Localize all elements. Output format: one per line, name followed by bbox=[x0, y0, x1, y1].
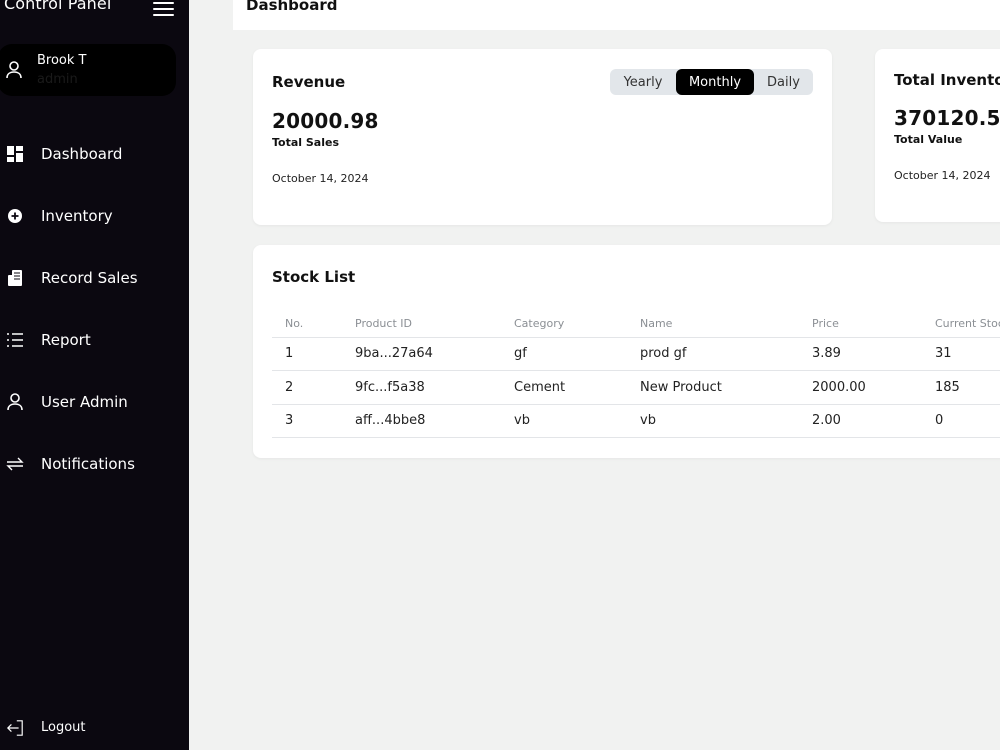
cell-price: 3.89 bbox=[799, 337, 922, 371]
total-sales-label: Total Sales bbox=[272, 136, 340, 149]
table-row[interactable]: 2 9fc...f5a38 Cement New Product 2000.00… bbox=[272, 370, 1000, 405]
total-sales-value: 20000.98 bbox=[272, 109, 379, 133]
cell-name: vb bbox=[627, 404, 799, 438]
total-value-label: Total Value bbox=[894, 133, 963, 146]
sidebar-item-label: Record Sales bbox=[41, 269, 138, 287]
column-header: Category bbox=[501, 310, 627, 338]
cell-product-id: aff...4bbe8 bbox=[342, 404, 501, 438]
menu-toggle-icon[interactable] bbox=[153, 2, 174, 16]
column-header: Price bbox=[799, 310, 922, 338]
sidebar-item-record-sales[interactable]: Record Sales bbox=[0, 260, 189, 296]
inventory-date: October 14, 2024 bbox=[894, 169, 991, 182]
page-title: Dashboard bbox=[246, 0, 338, 14]
sidebar-item-label: Inventory bbox=[41, 207, 113, 225]
period-yearly-button[interactable]: Yearly bbox=[610, 69, 676, 95]
user-icon bbox=[6, 393, 24, 411]
dashboard-grid-icon bbox=[6, 145, 24, 163]
cell-product-id: 9ba...27a64 bbox=[342, 337, 501, 371]
brand-title: Control Panel bbox=[4, 0, 112, 13]
user-icon bbox=[6, 61, 22, 79]
cell-product-id: 9fc...f5a38 bbox=[342, 370, 501, 405]
cell-name: New Product bbox=[627, 370, 799, 405]
cell-category: vb bbox=[501, 404, 627, 438]
sidebar-item-user-admin[interactable]: User Admin bbox=[0, 384, 189, 420]
sidebar-item-label: Dashboard bbox=[41, 145, 123, 163]
sidebar-item-inventory[interactable]: Inventory bbox=[0, 198, 189, 234]
top-bar: Dashboard bbox=[233, 0, 1000, 30]
logout-button[interactable]: Logout bbox=[0, 712, 189, 744]
plus-circle-icon bbox=[6, 207, 24, 225]
cell-current-stock: 31 bbox=[922, 337, 1000, 371]
user-profile-card[interactable]: Brook T admin bbox=[0, 44, 176, 96]
sidebar-item-label: Report bbox=[41, 331, 91, 349]
table-header-row: No. Product ID Category Name Price Curre… bbox=[272, 310, 1000, 338]
cell-category: Cement bbox=[501, 370, 627, 405]
revenue-title: Revenue bbox=[272, 73, 346, 91]
user-role: admin bbox=[37, 72, 78, 87]
column-header: Current Stock bbox=[922, 310, 1000, 338]
receipt-icon bbox=[6, 269, 24, 287]
list-icon bbox=[6, 331, 24, 349]
sidebar-item-notifications[interactable]: Notifications bbox=[0, 446, 189, 482]
cell-no: 2 bbox=[272, 370, 342, 405]
stock-list-title: Stock List bbox=[272, 268, 356, 286]
cell-price: 2000.00 bbox=[799, 370, 922, 405]
period-daily-button[interactable]: Daily bbox=[754, 69, 813, 95]
swap-arrows-icon bbox=[6, 455, 24, 473]
user-name: Brook T bbox=[37, 53, 87, 68]
period-monthly-button[interactable]: Monthly bbox=[676, 69, 754, 95]
sidebar-item-dashboard[interactable]: Dashboard bbox=[0, 136, 189, 172]
revenue-date: October 14, 2024 bbox=[272, 172, 369, 185]
period-selector: Yearly Monthly Daily bbox=[610, 69, 813, 95]
sidebar: Control Panel Brook T admin Dashboard In… bbox=[0, 0, 189, 750]
column-header: Product ID bbox=[342, 310, 501, 338]
cell-no: 1 bbox=[272, 337, 342, 371]
cell-current-stock: 185 bbox=[922, 370, 1000, 405]
column-header: No. bbox=[272, 310, 342, 338]
sidebar-item-label: Notifications bbox=[41, 455, 135, 473]
sidebar-item-report[interactable]: Report bbox=[0, 322, 189, 358]
cell-price: 2.00 bbox=[799, 404, 922, 438]
table-row[interactable]: 1 9ba...27a64 gf prod gf 3.89 31 bbox=[272, 337, 1000, 371]
cell-name: prod gf bbox=[627, 337, 799, 371]
cell-current-stock: 0 bbox=[922, 404, 1000, 438]
table-row[interactable]: 3 aff...4bbe8 vb vb 2.00 0 bbox=[272, 404, 1000, 438]
inventory-title: Total Inventory bbox=[894, 71, 1000, 89]
cell-category: gf bbox=[501, 337, 627, 371]
inventory-card: Total Inventory 370120.59 Total Value Oc… bbox=[875, 49, 1000, 222]
column-header: Name bbox=[627, 310, 799, 338]
logout-label: Logout bbox=[41, 720, 86, 735]
logout-icon bbox=[6, 719, 24, 737]
stock-list-card: Stock List No. Product ID Category Name … bbox=[253, 245, 1000, 458]
cell-no: 3 bbox=[272, 404, 342, 438]
total-value-value: 370120.59 bbox=[894, 106, 1000, 130]
revenue-card: Revenue Yearly Monthly Daily 20000.98 To… bbox=[253, 49, 832, 225]
stock-table: No. Product ID Category Name Price Curre… bbox=[272, 310, 1000, 438]
sidebar-item-label: User Admin bbox=[41, 393, 128, 411]
